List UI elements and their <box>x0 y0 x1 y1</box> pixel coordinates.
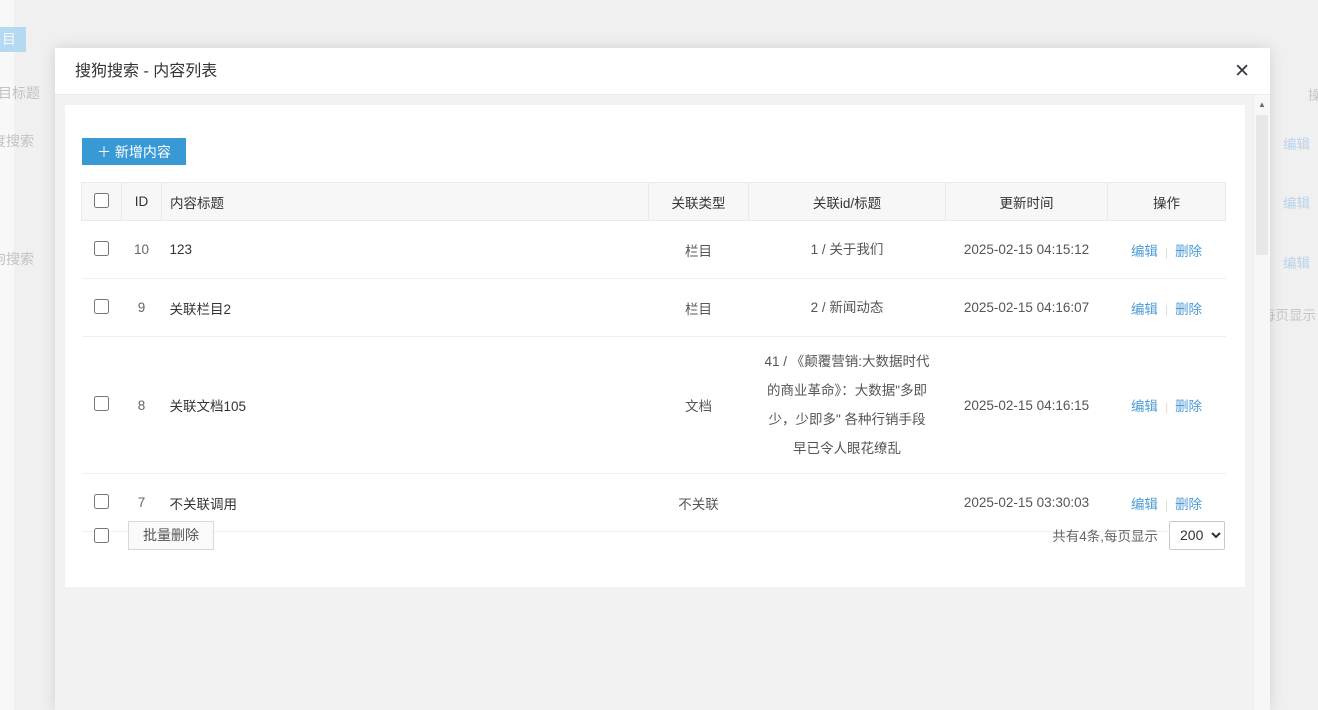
op-separator: | <box>1165 303 1168 317</box>
page-summary: 共有4条,每页显示 <box>1052 525 1158 545</box>
table-row: 8 关联文档105 文档 41 / 《颠覆营销:大数据时代的商业革命》：大数据"… <box>82 337 1226 474</box>
op-separator: | <box>1165 400 1168 414</box>
delete-link[interactable]: 删除 <box>1175 399 1202 414</box>
select-all-header <box>82 183 122 221</box>
scrollbar-thumb[interactable] <box>1256 115 1268 255</box>
cell-title: 123 <box>162 221 649 279</box>
background-active-menu-item: 目 <box>0 27 26 52</box>
scrollbar-up-arrow-icon[interactable]: ▲ <box>1254 100 1270 109</box>
cell-ops: 编辑 | 删除 <box>1108 279 1226 337</box>
header-rel: 关联id/标题 <box>749 183 946 221</box>
content-list-dialog: 搜狗搜索 - 内容列表 ✕ ▲ ＋ 新增内容 ID 内容标题 关联类型 <box>55 48 1270 710</box>
cell-rel: 41 / 《颠覆营销:大数据时代的商业革命》：大数据"多即少，少即多" 各种行销… <box>749 337 946 474</box>
cell-id: 9 <box>122 279 162 337</box>
content-table: ID 内容标题 关联类型 关联id/标题 更新时间 操作 10 123 栏目 1… <box>81 182 1226 532</box>
background-edit-link: 编辑 <box>1283 252 1310 272</box>
cell-type: 文档 <box>649 337 749 474</box>
cell-title: 关联文档105 <box>162 337 649 474</box>
page-size-select[interactable]: 200 <box>1169 521 1225 550</box>
content-card: ＋ 新增内容 ID 内容标题 关联类型 关联id/标题 更新时间 操作 <box>65 105 1245 587</box>
cell-time: 2025-02-15 04:16:07 <box>946 279 1108 337</box>
background-summary-fragment: 每页显示 <box>1262 304 1316 324</box>
background-edit-link: 编辑 <box>1283 133 1310 153</box>
delete-link[interactable]: 删除 <box>1175 244 1202 259</box>
table-footer: 批量删除 共有4条,每页显示 200 <box>81 518 1225 552</box>
table-row: 10 123 栏目 1 / 关于我们 2025-02-15 04:15:12 编… <box>82 221 1226 279</box>
delete-link[interactable]: 删除 <box>1175 497 1202 512</box>
header-id: ID <box>122 183 162 221</box>
header-ops: 操作 <box>1108 183 1226 221</box>
cell-title: 关联栏目2 <box>162 279 649 337</box>
table-header-row: ID 内容标题 关联类型 关联id/标题 更新时间 操作 <box>82 183 1226 221</box>
edit-link[interactable]: 编辑 <box>1131 497 1158 512</box>
background-label-column-title: 目标题 <box>0 83 40 103</box>
cell-time: 2025-02-15 04:15:12 <box>946 221 1108 279</box>
row-checkbox[interactable] <box>94 299 109 314</box>
row-checkbox[interactable] <box>94 241 109 256</box>
background-label-sogou-search: 狗搜索 <box>0 249 34 269</box>
select-all-checkbox[interactable] <box>94 193 109 208</box>
cell-rel: 1 / 关于我们 <box>749 221 946 279</box>
dialog-title: 搜狗搜索 - 内容列表 <box>75 48 217 95</box>
footer-select-all-checkbox[interactable] <box>94 528 109 543</box>
cell-type: 栏目 <box>649 279 749 337</box>
cell-ops: 编辑 | 删除 <box>1108 221 1226 279</box>
delete-link[interactable]: 删除 <box>1175 302 1202 317</box>
vertical-scrollbar[interactable]: ▲ <box>1253 95 1270 710</box>
op-separator: | <box>1165 245 1168 259</box>
edit-link[interactable]: 编辑 <box>1131 244 1158 259</box>
header-title: 内容标题 <box>162 183 649 221</box>
table-row: 9 关联栏目2 栏目 2 / 新闻动态 2025-02-15 04:16:07 … <box>82 279 1226 337</box>
row-checkbox[interactable] <box>94 494 109 509</box>
batch-delete-button[interactable]: 批量删除 <box>128 521 214 550</box>
cell-ops: 编辑 | 删除 <box>1108 337 1226 474</box>
dialog-header: 搜狗搜索 - 内容列表 ✕ <box>55 48 1270 95</box>
row-checkbox[interactable] <box>94 396 109 411</box>
cell-id: 10 <box>122 221 162 279</box>
header-time: 更新时间 <box>946 183 1108 221</box>
cell-time: 2025-02-15 04:16:15 <box>946 337 1108 474</box>
cell-rel: 2 / 新闻动态 <box>749 279 946 337</box>
add-content-button[interactable]: ＋ 新增内容 <box>82 138 186 165</box>
header-type: 关联类型 <box>649 183 749 221</box>
background-ops-header-fragment: 操作 <box>1308 84 1318 104</box>
op-separator: | <box>1165 498 1168 512</box>
edit-link[interactable]: 编辑 <box>1131 302 1158 317</box>
cell-id: 8 <box>122 337 162 474</box>
cell-type: 栏目 <box>649 221 749 279</box>
edit-link[interactable]: 编辑 <box>1131 399 1158 414</box>
close-icon[interactable]: ✕ <box>1234 59 1250 83</box>
background-edit-link: 编辑 <box>1283 192 1310 212</box>
background-label-baidu-search: 度搜索 <box>0 131 34 151</box>
background-sidebar <box>0 0 14 710</box>
